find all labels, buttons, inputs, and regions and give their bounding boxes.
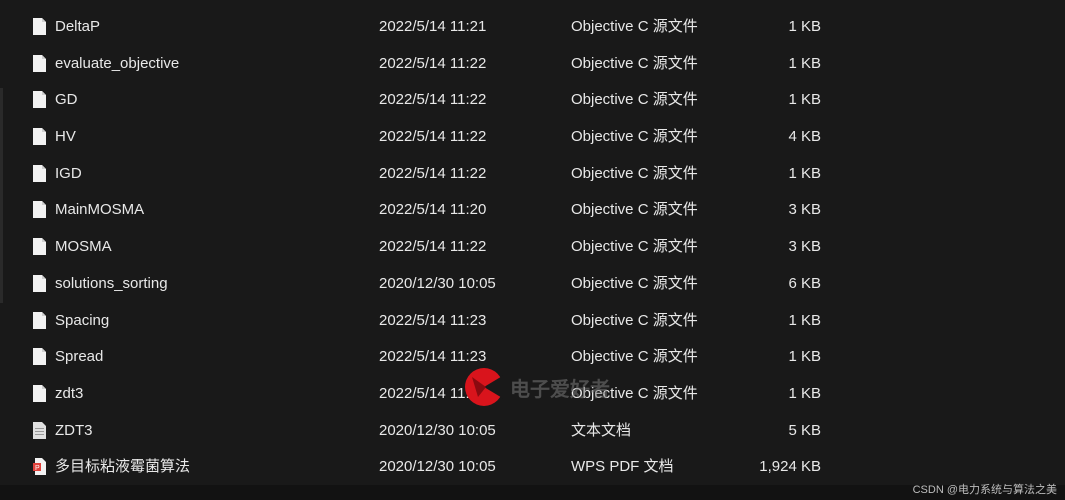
file-icon	[33, 311, 46, 329]
file-size: 1 KB	[788, 54, 821, 72]
file-type: Objective C 源文件	[571, 311, 698, 329]
file-row[interactable]: MOSMA 2022/5/14 11:22 Objective C 源文件 3 …	[0, 229, 1065, 266]
file-row[interactable]: evaluate_objective 2022/5/14 11:22 Objec…	[0, 46, 1065, 83]
pdf-file-icon: P	[33, 458, 46, 476]
file-name[interactable]: Spread	[55, 348, 103, 366]
file-type: Objective C 源文件	[571, 238, 698, 256]
file-type: 文本文档	[571, 421, 632, 439]
file-row[interactable]: IGD 2022/5/14 11:22 Objective C 源文件 1 KB	[0, 156, 1065, 193]
file-date: 2022/5/14 11:22	[379, 164, 487, 182]
file-date: 2020/12/30 10:05	[379, 458, 496, 476]
file-size: 3 KB	[788, 201, 821, 219]
watermark-logo-text: 电子爱好者	[510, 379, 610, 401]
file-icon	[33, 348, 46, 366]
file-name[interactable]: solutions_sorting	[55, 275, 168, 293]
file-icon	[33, 128, 46, 146]
file-row[interactable]: HV 2022/5/14 11:22 Objective C 源文件 4 KB	[0, 119, 1065, 156]
watermark-credit: CSDN @电力系统与算法之美	[912, 484, 1057, 496]
file-icon	[33, 18, 46, 35]
file-icon	[33, 384, 46, 402]
file-row[interactable]: DeltaP 2022/5/14 11:21 Objective C 源文件 1…	[0, 9, 1065, 46]
file-row[interactable]: GD 2022/5/14 11:22 Objective C 源文件 1 KB	[0, 82, 1065, 119]
file-date: 2022/5/14 11:23	[379, 348, 487, 366]
file-name[interactable]: Spacing	[55, 312, 109, 330]
file-type: Objective C 源文件	[571, 348, 698, 366]
file-type: Objective C 源文件	[571, 128, 698, 146]
file-date: 2022/5/14 11:22	[379, 128, 487, 146]
file-icon	[33, 54, 46, 72]
file-size: 3 KB	[788, 238, 821, 256]
file-date: 2020/12/30 10:05	[379, 274, 496, 292]
text-file-icon	[33, 421, 46, 439]
file-row[interactable]: P 多目标粘液霉菌算法 2020/12/30 10:05 WPS PDF 文档 …	[0, 449, 1065, 486]
file-type: Objective C 源文件	[571, 54, 698, 72]
file-name[interactable]: IGD	[55, 165, 82, 183]
file-icon	[33, 201, 46, 219]
file-name[interactable]: HV	[55, 128, 76, 146]
file-date: 2022/5/14 11:21	[379, 18, 487, 35]
file-name[interactable]: DeltaP	[55, 18, 100, 36]
file-date: 2022/5/14 11:22	[379, 238, 487, 256]
svg-text:P: P	[35, 465, 40, 472]
file-name[interactable]: evaluate_objective	[55, 55, 179, 73]
file-date: 2022/5/14 11:22	[379, 54, 487, 72]
file-row[interactable]: Spread 2022/5/14 11:23 Objective C 源文件 1…	[0, 339, 1065, 376]
file-row[interactable]: solutions_sorting 2020/12/30 10:05 Objec…	[0, 266, 1065, 303]
file-name[interactable]: 多目标粘液霉菌算法	[55, 458, 190, 476]
file-icon	[33, 91, 46, 109]
watermark-logo-icon	[465, 368, 504, 406]
file-type: Objective C 源文件	[571, 274, 698, 292]
file-date: 2020/12/30 10:05	[379, 421, 496, 439]
file-row[interactable]: ZDT3 2020/12/30 10:05 文本文档 5 KB	[0, 413, 1065, 450]
file-date: 2022/5/14 11:22	[379, 91, 487, 109]
file-size: 1 KB	[788, 311, 821, 329]
file-type: WPS PDF 文档	[571, 458, 674, 476]
file-size: 1 KB	[788, 164, 821, 182]
file-type: Objective C 源文件	[571, 201, 698, 219]
file-row[interactable]: MainMOSMA 2022/5/14 11:20 Objective C 源文…	[0, 192, 1065, 229]
file-type: Objective C 源文件	[571, 18, 698, 35]
file-size: 1,924 KB	[759, 458, 821, 476]
footer-strip	[0, 485, 1065, 500]
file-size: 1 KB	[788, 91, 821, 109]
file-icon	[33, 164, 46, 182]
file-name[interactable]: MainMOSMA	[55, 201, 144, 219]
file-size: 1 KB	[788, 348, 821, 366]
file-type: Objective C 源文件	[571, 91, 698, 109]
file-list: DeltaP 2022/5/14 11:21 Objective C 源文件 1…	[0, 9, 1065, 486]
file-date: 2022/5/14 11:20	[379, 201, 487, 219]
file-size: 1 KB	[788, 384, 821, 402]
file-type: Objective C 源文件	[571, 164, 698, 182]
file-row[interactable]: Spacing 2022/5/14 11:23 Objective C 源文件 …	[0, 303, 1065, 340]
file-name[interactable]: ZDT3	[55, 422, 93, 440]
file-name[interactable]: MOSMA	[55, 238, 112, 256]
file-size: 1 KB	[788, 18, 821, 35]
file-size: 6 KB	[788, 274, 821, 292]
file-icon	[33, 274, 46, 292]
file-name[interactable]: zdt3	[55, 385, 83, 403]
file-name[interactable]: GD	[55, 91, 78, 109]
file-size: 5 KB	[788, 421, 821, 439]
file-icon	[33, 238, 46, 256]
file-date: 2022/5/14 11:23	[379, 311, 487, 329]
file-size: 4 KB	[788, 128, 821, 146]
